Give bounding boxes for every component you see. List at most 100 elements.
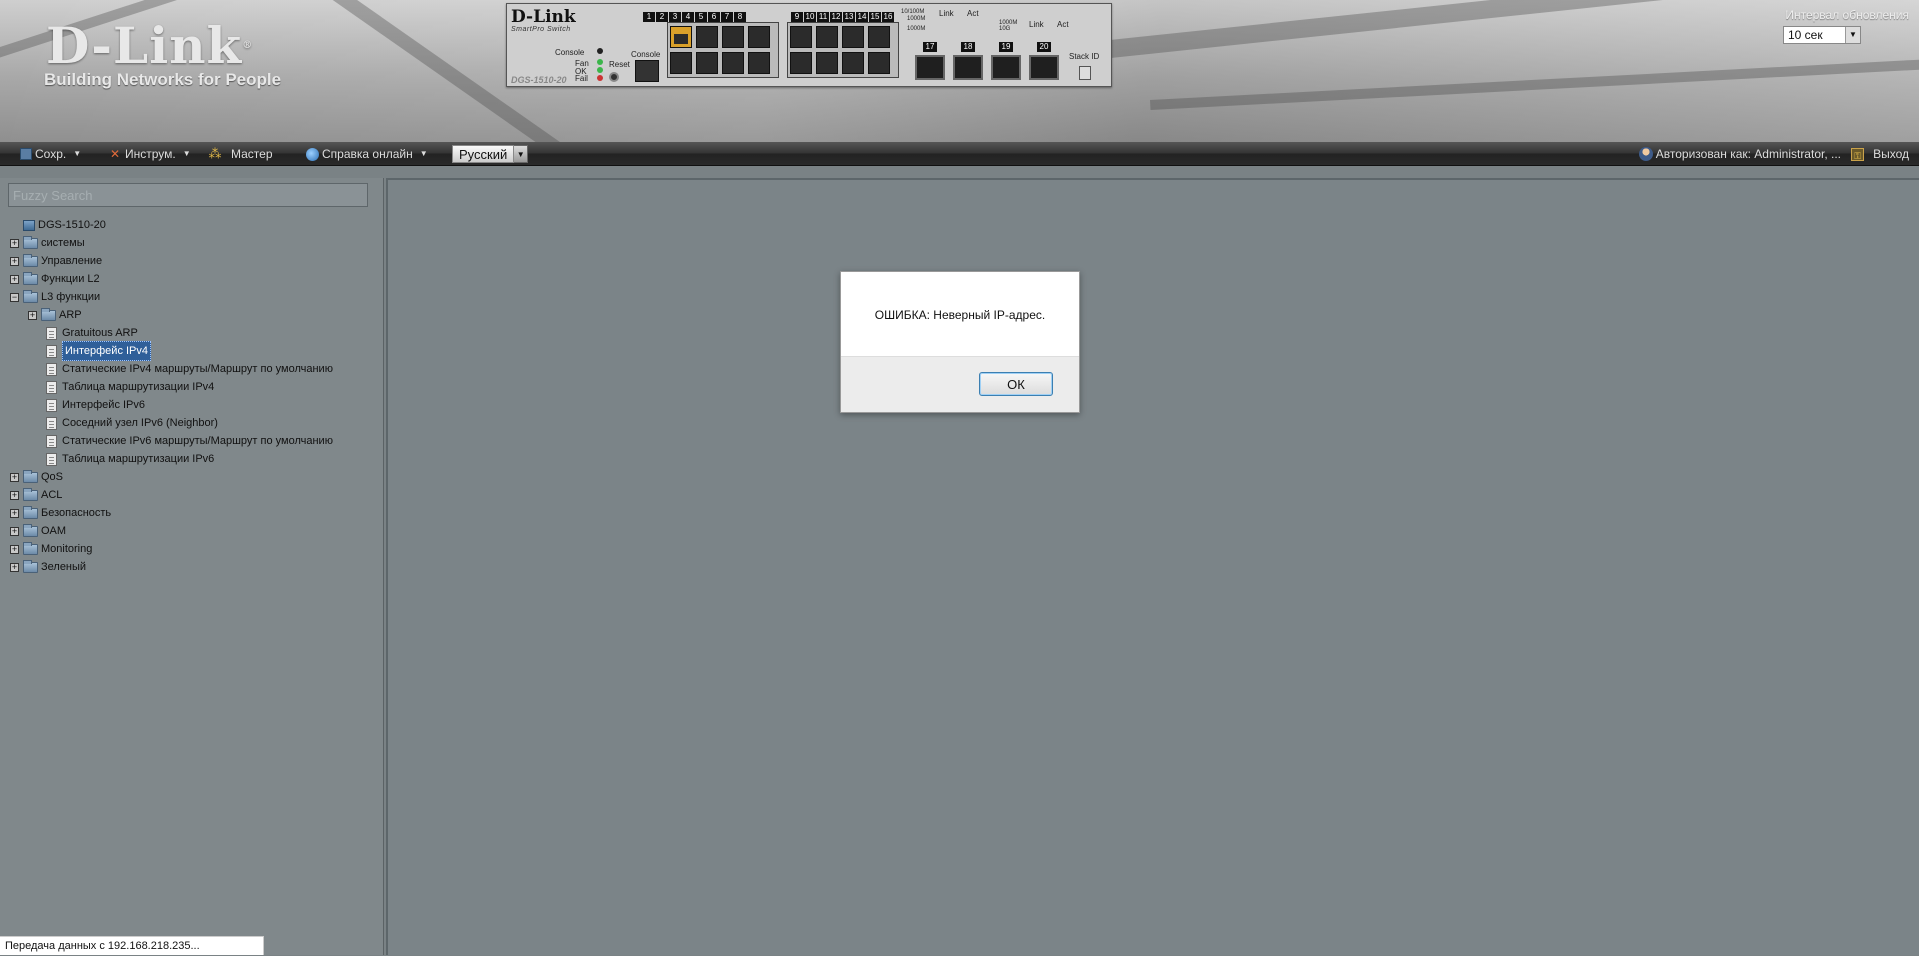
expand-icon[interactable]: + xyxy=(10,508,19,518)
expand-icon[interactable]: + xyxy=(10,544,19,554)
tree-item[interactable]: + системы xyxy=(10,234,380,252)
tree-item[interactable]: + ACL xyxy=(10,486,380,504)
expand-icon[interactable]: + xyxy=(10,274,19,284)
status-bar: Передача данных с 192.168.218.235... xyxy=(0,936,264,955)
tree-item[interactable]: Интерфейс IPv4 xyxy=(10,341,380,361)
sfp-port[interactable] xyxy=(991,55,1021,80)
console-port-label: Console xyxy=(631,50,661,59)
tree-item-label: Интерфейс IPv4 xyxy=(62,341,152,361)
sfp-port[interactable] xyxy=(915,55,945,80)
ethernet-port[interactable] xyxy=(816,26,838,48)
user-icon xyxy=(1638,147,1653,161)
document-icon xyxy=(46,398,57,412)
sfp-port[interactable] xyxy=(953,55,983,80)
console-led-label: Console xyxy=(555,48,585,57)
logout-button[interactable]: ⚿ Выход xyxy=(1851,146,1909,162)
tree-item-label: Статические IPv4 маршруты/Маршрут по умо… xyxy=(62,363,333,375)
tree-item[interactable]: Интерфейс IPv6 xyxy=(10,396,380,414)
tree-item[interactable]: Соседний узел IPv6 (Neighbor) xyxy=(10,414,380,432)
folder-icon xyxy=(23,469,38,483)
folder-icon xyxy=(23,487,38,501)
navigation-tree: DGS-1510-20 + системы + Управление + Функции L… xyxy=(10,216,380,576)
ethernet-port[interactable] xyxy=(722,52,744,74)
tree-item[interactable]: + Управление xyxy=(10,252,380,270)
tree-item-label: Безопасность xyxy=(41,507,112,519)
tools-menu[interactable]: ✕ Инструм. ▼ xyxy=(108,146,191,162)
ethernet-port[interactable] xyxy=(790,52,812,74)
ethernet-port[interactable] xyxy=(722,26,744,48)
ethernet-port[interactable] xyxy=(696,26,718,48)
error-message: ОШИБКА: Неверный IP-адрес. xyxy=(874,308,1046,322)
tree-item[interactable]: + QoS xyxy=(10,468,380,486)
tree-item[interactable]: DGS-1510-20 xyxy=(10,216,380,234)
reset-label: Reset xyxy=(609,60,630,69)
tree-item[interactable]: + Зеленый xyxy=(10,558,380,576)
sfp-port[interactable] xyxy=(1029,55,1059,80)
port-number-label: 11 xyxy=(817,12,829,22)
expand-icon[interactable]: + xyxy=(10,256,19,266)
computer-icon xyxy=(23,219,35,231)
expand-icon[interactable]: + xyxy=(10,490,19,500)
port-number-label: 9 xyxy=(791,12,803,22)
ethernet-port[interactable] xyxy=(790,26,812,48)
chevron-down-icon: ▼ xyxy=(419,149,428,158)
ok-button[interactable]: ОК xyxy=(979,372,1053,396)
language-select[interactable]: Русский ▼ xyxy=(452,145,529,163)
refresh-interval: Интервал обновления 10 сек ▼ xyxy=(1769,8,1909,44)
fuzzy-search-input[interactable] xyxy=(8,183,368,207)
tree-item[interactable]: − L3 функции xyxy=(10,288,380,306)
tree-item-label: Соседний узел IPv6 (Neighbor) xyxy=(62,417,218,429)
ethernet-port[interactable] xyxy=(842,52,864,74)
refresh-interval-select[interactable]: 10 сек ▼ xyxy=(1783,26,1861,44)
port-number-label: 16 xyxy=(882,12,894,22)
collapse-icon[interactable]: − xyxy=(10,292,19,302)
tree-item-label: DGS-1510-20 xyxy=(38,219,106,231)
tree-item[interactable]: Таблица маршрутизации IPv6 xyxy=(10,450,380,468)
document-icon xyxy=(46,344,57,358)
ethernet-port[interactable] xyxy=(816,52,838,74)
legend-act: Act xyxy=(967,9,979,18)
tree-item-label: Monitoring xyxy=(41,543,93,555)
wizard-icon: ⁂ xyxy=(208,146,222,161)
expand-icon[interactable]: + xyxy=(10,472,19,482)
tree-item-label: Интерфейс IPv6 xyxy=(62,399,146,411)
wizard-button[interactable]: ⁂ Мастер xyxy=(208,146,273,162)
tree-item[interactable]: Gratuitous ARP xyxy=(10,324,380,342)
expand-icon[interactable]: + xyxy=(10,526,19,536)
save-menu[interactable]: Сохр. ▼ xyxy=(20,146,81,162)
ports-1-8 xyxy=(667,22,779,78)
online-help-menu[interactable]: Справка онлайн ▼ xyxy=(306,146,428,162)
ethernet-port[interactable] xyxy=(842,26,864,48)
tree-item[interactable]: Статические IPv4 маршруты/Маршрут по умо… xyxy=(10,360,380,378)
ethernet-port[interactable] xyxy=(868,52,890,74)
tree-item-label: Управление xyxy=(41,255,103,267)
main-content xyxy=(386,178,1919,955)
wrench-icon: ✕ xyxy=(109,147,121,161)
expand-icon[interactable]: + xyxy=(28,310,37,320)
expand-icon[interactable]: + xyxy=(10,238,19,248)
logo-tagline: Building Networks for People xyxy=(44,70,282,89)
tree-item[interactable]: Статические IPv6 маршруты/Маршрут по умо… xyxy=(10,432,380,450)
tree-item[interactable]: + Monitoring xyxy=(10,540,380,558)
fail-led xyxy=(597,75,603,81)
tree-item[interactable]: + ARP xyxy=(10,306,380,324)
ethernet-port[interactable] xyxy=(748,26,770,48)
refresh-interval-value: 10 сек xyxy=(1788,28,1823,42)
ethernet-port[interactable] xyxy=(868,26,890,48)
ethernet-port[interactable] xyxy=(748,52,770,74)
wizard-label: Мастер xyxy=(231,147,273,161)
tree-item[interactable]: + Функции L2 xyxy=(10,270,380,288)
expand-icon[interactable]: + xyxy=(10,562,19,572)
ethernet-port[interactable] xyxy=(670,52,692,74)
tree-item-label: L3 функции xyxy=(41,291,101,303)
tree-item[interactable]: + Безопасность xyxy=(10,504,380,522)
folder-icon xyxy=(23,505,38,519)
ethernet-port[interactable] xyxy=(670,26,692,48)
ethernet-port[interactable] xyxy=(696,52,718,74)
tools-menu-label: Инструм. xyxy=(125,147,176,161)
chevron-down-icon: ▼ xyxy=(182,149,191,158)
port-number-label: 6 xyxy=(708,12,720,22)
device-brand: D-Link xyxy=(511,7,576,27)
tree-item[interactable]: + OAM xyxy=(10,522,380,540)
tree-item[interactable]: Таблица маршрутизации IPv4 xyxy=(10,378,380,396)
